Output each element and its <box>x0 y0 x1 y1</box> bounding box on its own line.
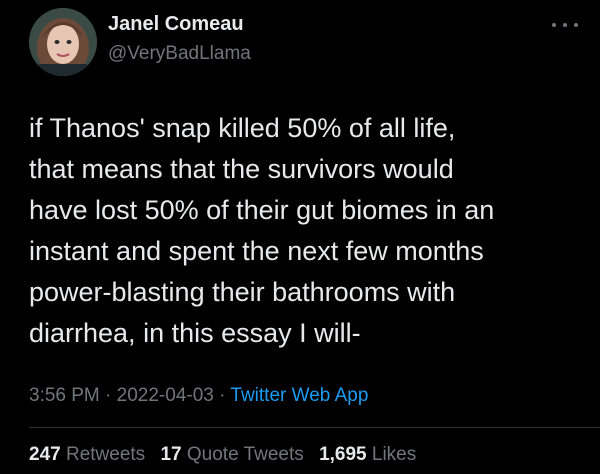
tweet-text: if Thanos' snap killed 50% of all life, … <box>29 108 589 354</box>
tweet-text-line: have lost 50% of their gut biomes in an <box>29 195 495 225</box>
tweet-source-link[interactable]: Twitter Web App <box>230 385 368 406</box>
tweet-text-line: that means that the survivors would <box>29 154 454 184</box>
profile-photo-icon <box>29 8 97 76</box>
likes-label: Likes <box>371 444 417 465</box>
tweet-date[interactable]: 2022-04-03 <box>117 385 214 406</box>
ellipsis-dot <box>563 23 567 27</box>
tweet-metadata: 3:56 PM · 2022-04-03 · Twitter Web App <box>29 384 368 408</box>
ellipsis-icon[interactable] <box>552 20 578 30</box>
tweet-text-line: instant and spent the next few months <box>29 236 484 266</box>
ellipsis-dot <box>574 23 578 27</box>
meta-separator: · <box>219 385 226 406</box>
author-handle[interactable]: @VeryBadLlama <box>108 43 251 65</box>
divider <box>29 427 600 428</box>
ellipsis-dot <box>552 23 556 27</box>
tweet-card: Janel Comeau @VeryBadLlama if Thanos' sn… <box>0 0 600 474</box>
tweet-text-line: if Thanos' snap killed 50% of all life, <box>29 113 456 143</box>
quote-tweets-label: Quote Tweets <box>186 444 304 465</box>
tweet-stats: 247 Retweets 17 Quote Tweets 1,695 Likes <box>29 443 426 467</box>
meta-separator: · <box>105 385 112 406</box>
retweets-count: 247 <box>29 444 61 465</box>
tweet-text-line: diarrhea, in this essay I will- <box>29 318 361 348</box>
author-name[interactable]: Janel Comeau <box>108 12 244 36</box>
likes-stat[interactable]: 1,695 Likes <box>319 444 416 465</box>
tweet-time[interactable]: 3:56 PM <box>29 385 100 406</box>
likes-count: 1,695 <box>319 444 367 465</box>
retweets-label: Retweets <box>65 444 146 465</box>
retweets-stat[interactable]: 247 Retweets <box>29 444 145 465</box>
quote-tweets-count: 17 <box>160 444 182 465</box>
tweet-text-line: power-blasting their bathrooms with <box>29 277 456 307</box>
quote-tweets-stat[interactable]: 17 Quote Tweets <box>160 444 303 465</box>
author-avatar[interactable] <box>29 8 97 76</box>
